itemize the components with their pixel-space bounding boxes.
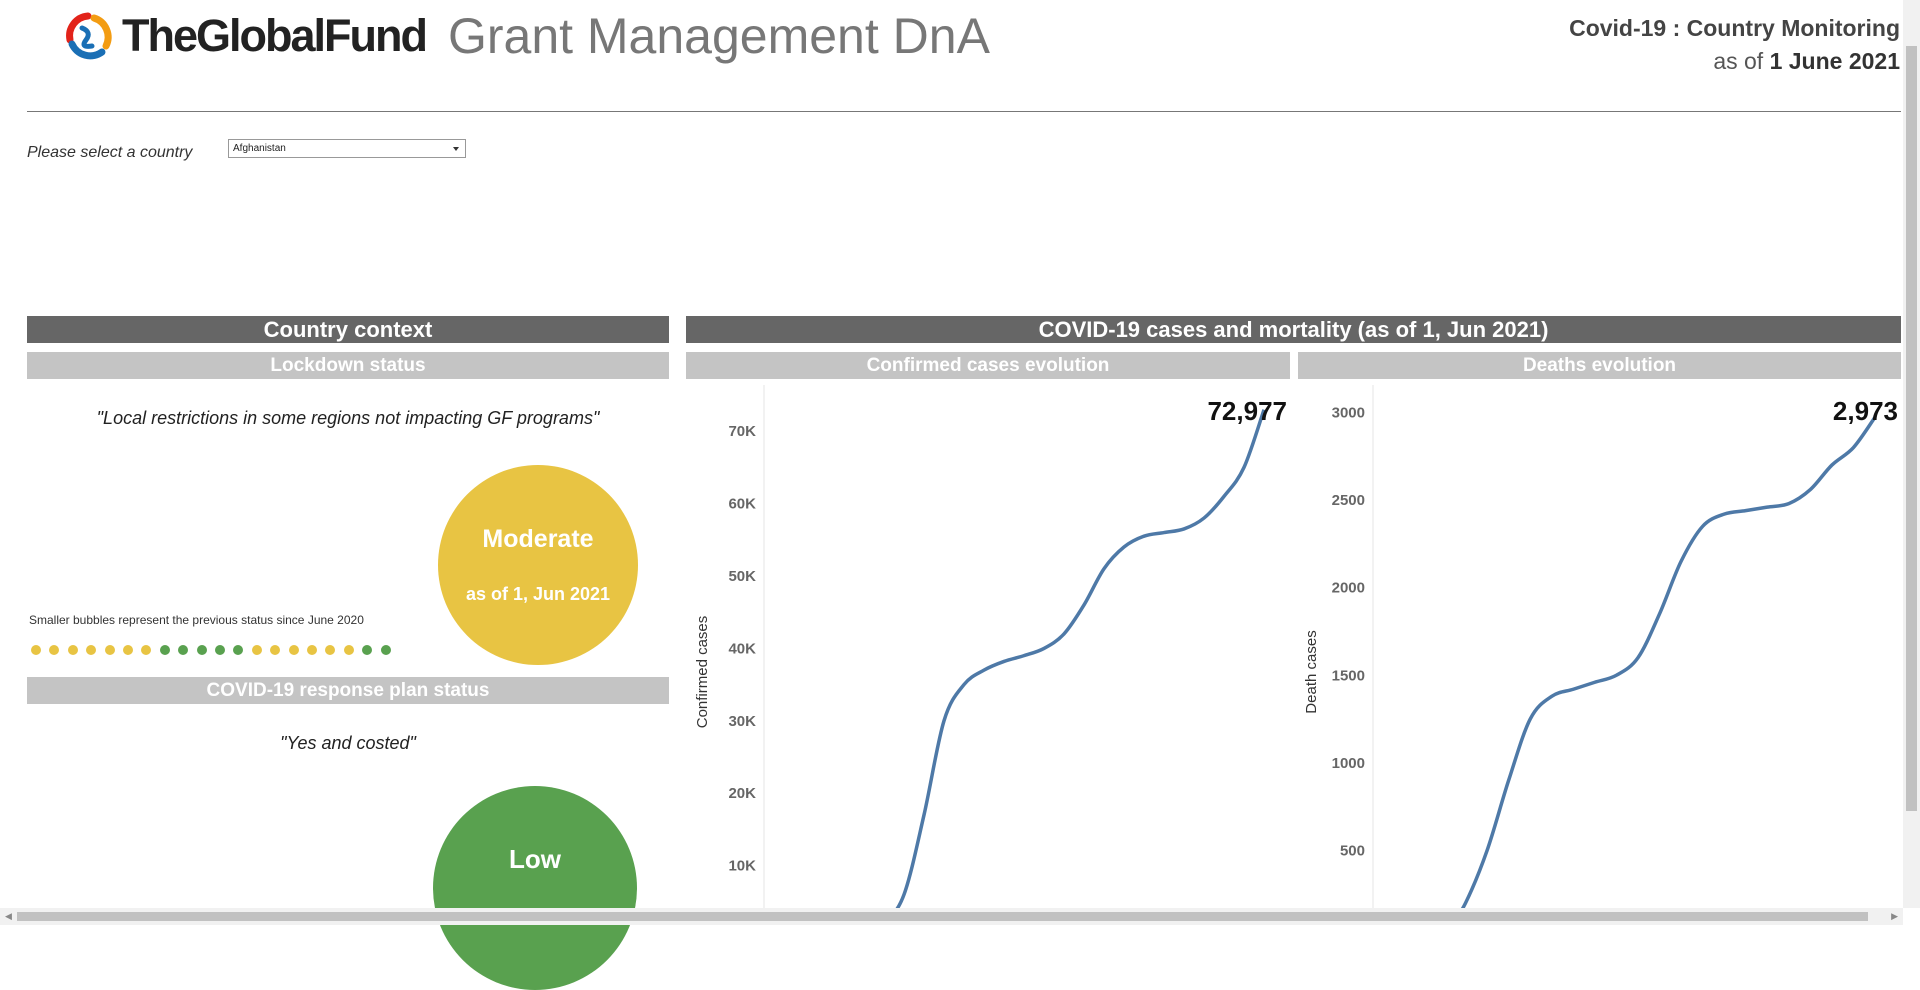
- confirmed-cases-header: Confirmed cases evolution: [686, 352, 1290, 379]
- history-dot: [380, 645, 391, 655]
- scroll-left-icon[interactable]: ◀: [5, 911, 12, 922]
- history-dot: [233, 645, 244, 655]
- y-tick-label: 20K: [728, 785, 756, 802]
- app-title: Grant Management DnA: [447, 8, 990, 64]
- lockdown-status-date: as of 1, Jun 2021: [465, 584, 611, 604]
- y-tick-label: 1000: [1332, 755, 1365, 772]
- history-dot: [288, 645, 299, 655]
- lockdown-status-bubble: Moderate as of 1, Jun 2021: [438, 465, 638, 665]
- horizontal-scrollbar-thumb[interactable]: [17, 912, 1868, 921]
- y-tick-label: 10K: [728, 858, 756, 875]
- history-dot: [196, 645, 207, 655]
- report-title: Covid-19 : Country Monitoring: [1569, 15, 1900, 41]
- response-plan-status-label: Low: [509, 844, 561, 874]
- series-line: [895, 409, 1266, 908]
- vertical-scrollbar-thumb[interactable]: [1906, 46, 1917, 811]
- response-plan-quote: "Yes and costed": [280, 733, 416, 753]
- y-tick-label: 3000: [1332, 405, 1365, 422]
- country-select[interactable]: Afghanistan: [228, 139, 466, 158]
- history-dot: [141, 645, 152, 655]
- lockdown-status-label: Moderate: [482, 525, 594, 553]
- y-tick-label: 60K: [728, 496, 756, 513]
- vertical-scrollbar[interactable]: [1903, 0, 1920, 908]
- latest-value-label: 2,973: [1833, 396, 1898, 426]
- history-dot: [307, 645, 317, 655]
- report-date: as of 1 June 2021: [1569, 45, 1900, 78]
- history-dot: [270, 645, 281, 655]
- response-plan-status-bubble: Low: [433, 786, 637, 990]
- history-note: Smaller bubbles represent the previous s…: [29, 613, 364, 627]
- chevron-down-icon[interactable]: [453, 147, 459, 151]
- history-dot: [31, 645, 41, 655]
- y-tick-label: 2000: [1332, 580, 1365, 597]
- as-of-date: 1 June 2021: [1769, 48, 1900, 74]
- history-dot: [123, 645, 133, 655]
- history-dot: [67, 645, 78, 655]
- brand-name: TheGlobalFund: [122, 10, 428, 61]
- y-tick-label: 1500: [1332, 667, 1365, 684]
- history-dot: [343, 645, 354, 655]
- report-title-block: Covid-19 : Country Monitoring as of 1 Ju…: [1569, 12, 1900, 78]
- history-dot: [178, 645, 189, 655]
- y-axis-title: Death cases: [1303, 630, 1320, 713]
- history-dot: [215, 645, 225, 655]
- deaths-header: Deaths evolution: [1298, 352, 1901, 379]
- country-select-value: Afghanistan: [233, 143, 286, 154]
- global-fund-logo: TheGlobalFund Grant Management DnA: [62, 8, 990, 64]
- history-dot: [325, 645, 336, 655]
- y-axis-title: Confirmed cases: [694, 616, 711, 729]
- latest-value-label: 72,977: [1207, 396, 1287, 426]
- series-line: [1460, 416, 1877, 908]
- header-divider: [27, 111, 1901, 112]
- lockdown-quote: "Local restrictions in some regions not …: [96, 408, 600, 428]
- response-plan-header: COVID-19 response plan status: [27, 677, 669, 704]
- history-dot: [251, 645, 262, 655]
- history-dot: [362, 645, 373, 655]
- history-dot: [86, 645, 97, 655]
- y-tick-label: 40K: [728, 640, 756, 657]
- history-dot: [159, 645, 170, 655]
- y-tick-label: 30K: [728, 713, 756, 730]
- as-of-prefix: as of: [1713, 48, 1764, 74]
- horizontal-scrollbar[interactable]: ◀ ▶: [0, 908, 1903, 925]
- covid-cases-header: COVID-19 cases and mortality (as of 1, J…: [686, 316, 1901, 343]
- lockdown-status-header: Lockdown status: [27, 352, 669, 379]
- scroll-right-icon[interactable]: ▶: [1891, 911, 1898, 922]
- country-select-label: Please select a country: [27, 144, 193, 161]
- y-tick-label: 2500: [1332, 492, 1365, 509]
- confirmed-cases-chart: 10K 20K 30K 40K 50K 60K 70K Confirmed cases 72,9…: [694, 385, 1287, 908]
- global-fund-logo-icon: [66, 12, 112, 60]
- history-dot: [49, 645, 60, 655]
- country-context-header: Country context: [27, 316, 669, 343]
- history-dot: [104, 645, 115, 655]
- y-tick-label: 50K: [728, 568, 756, 585]
- y-tick-label: 70K: [728, 423, 756, 440]
- deaths-chart: 500 1000 1500 2000 2500 3000 Death cases 2,973: [1303, 385, 1898, 908]
- y-tick-label: 500: [1340, 842, 1365, 859]
